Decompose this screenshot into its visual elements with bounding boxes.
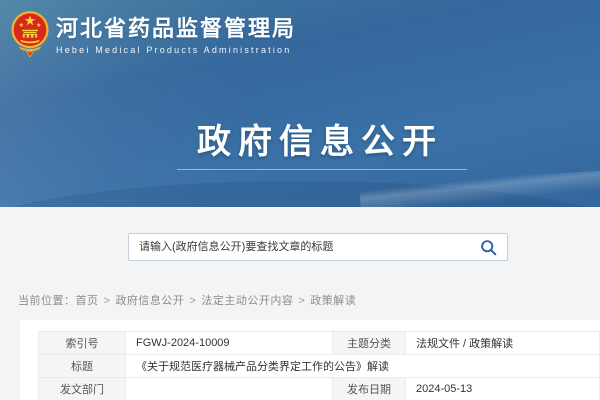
index-number-label: 索引号 <box>39 332 126 355</box>
breadcrumb-policy-interpretation[interactable]: 政策解读 <box>310 295 356 307</box>
table-row: 索引号 FGWJ-2024-10009 主题分类 法规文件 / 政策解读 <box>39 332 600 355</box>
document-card: 索引号 FGWJ-2024-10009 主题分类 法规文件 / 政策解读 标题 … <box>20 320 600 400</box>
table-row: 标题 《关于规范医疗器械产品分类界定工作的公告》解读 <box>39 355 600 378</box>
issuing-department-label: 发文部门 <box>39 378 126 400</box>
hero-banner: 河北省药品监督管理局 Hebei Medical Products Admini… <box>0 0 600 207</box>
site-name-en: Hebei Medical Products Administration <box>56 45 296 55</box>
issuing-department-value <box>126 378 333 400</box>
site-logo[interactable]: 河北省药品监督管理局 Hebei Medical Products Admini… <box>11 10 296 57</box>
breadcrumb-statutory-content[interactable]: 法定主动公开内容 <box>201 295 293 307</box>
site-name: 河北省药品监督管理局 <box>56 16 296 41</box>
table-row: 发文部门 发布日期 2024-05-13 <box>39 378 600 400</box>
publish-date-value: 2024-05-13 <box>406 378 600 400</box>
topic-category-value: 法规文件 / 政策解读 <box>406 332 600 355</box>
search-icon <box>480 239 497 256</box>
breadcrumb-separator: > <box>104 295 111 307</box>
document-title-link[interactable]: 《关于规范医疗器械产品分类界定工作的公告》解读 <box>136 361 389 373</box>
brand-text: 河北省药品监督管理局 Hebei Medical Products Admini… <box>56 10 296 55</box>
breadcrumb-separator: > <box>189 295 196 307</box>
title-value-cell: 《关于规范医疗器械产品分类界定工作的公告》解读 <box>126 355 600 378</box>
index-number-value: FGWJ-2024-10009 <box>126 332 333 355</box>
search-button[interactable] <box>480 239 497 256</box>
breadcrumb-home[interactable]: 首页 <box>76 295 99 307</box>
topic-category-label: 主题分类 <box>333 332 406 355</box>
breadcrumb: 当前位置：首页 > 政府信息公开 > 法定主动公开内容 > 政策解读 <box>18 292 356 308</box>
breadcrumb-label: 当前位置： <box>18 295 76 307</box>
breadcrumb-gov-info[interactable]: 政府信息公开 <box>115 295 184 307</box>
search-box <box>128 233 508 261</box>
search-input[interactable] <box>129 234 507 260</box>
page-title: 政府信息公开 <box>197 114 443 163</box>
title-label: 标题 <box>39 355 126 378</box>
page: 河北省药品监督管理局 Hebei Medical Products Admini… <box>0 0 600 400</box>
publish-date-label: 发布日期 <box>333 378 406 400</box>
breadcrumb-separator: > <box>298 295 305 307</box>
national-emblem-icon <box>11 10 49 57</box>
title-underline <box>177 169 467 170</box>
document-meta-table: 索引号 FGWJ-2024-10009 主题分类 法规文件 / 政策解读 标题 … <box>38 331 600 400</box>
hero-wave-decoration <box>0 181 600 207</box>
